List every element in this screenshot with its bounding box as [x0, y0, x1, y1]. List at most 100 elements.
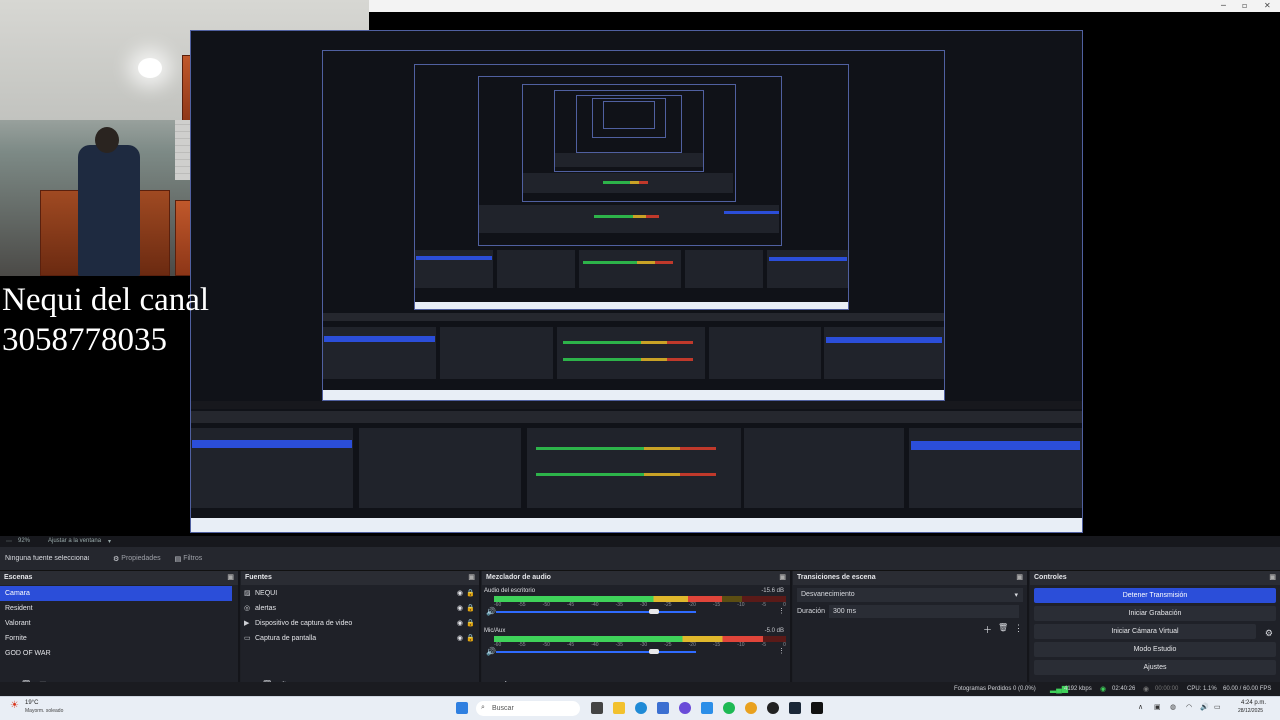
spotify-icon[interactable]	[723, 702, 735, 714]
dock-menu-icon[interactable]: ▣	[1269, 573, 1276, 581]
stop-streaming-button[interactable]: Detener Transmisión	[1034, 588, 1276, 603]
channel-db: -5.0 dB	[764, 628, 784, 634]
wifi-icon[interactable]: ◠	[1186, 703, 1192, 711]
meter-tick: -55	[518, 642, 526, 648]
volume-slider[interactable]	[496, 611, 696, 613]
meter-ticks: -60 -55 -50 -45 -40 -35 -30 -25 -20 -15 -10 -5 0	[494, 602, 786, 608]
dock-menu-icon[interactable]: ▣	[468, 573, 475, 581]
stream-time: 02:40:26	[1112, 686, 1136, 692]
steam-icon[interactable]	[789, 702, 801, 714]
edge-icon[interactable]	[635, 702, 647, 714]
lock-icon[interactable]: 🔒	[466, 619, 475, 627]
meter-tick: -35	[615, 642, 623, 648]
volume-slider[interactable]	[496, 651, 696, 653]
windows-start-icon[interactable]	[456, 702, 468, 714]
source-item-alertas[interactable]: ◎ alertas ◉ 🔒	[241, 601, 479, 616]
image-icon: ▨	[244, 590, 251, 597]
clock-time[interactable]: 4:24 p.m.	[1241, 700, 1266, 706]
gear-icon[interactable]: ⚙	[113, 555, 119, 563]
scene-item-resident[interactable]: Resident	[0, 601, 232, 616]
weather-icon[interactable]: ☀	[10, 700, 19, 711]
add-icon[interactable]: ＋	[983, 623, 992, 636]
minimize-icon[interactable]: ─	[1221, 1, 1226, 10]
mixer-title: Mezclador de audio	[486, 574, 551, 581]
tray-icon[interactable]: ▣	[1154, 703, 1161, 711]
dock-menu-icon[interactable]: ▣	[779, 573, 786, 581]
speaker-icon[interactable]: 🔊	[486, 647, 496, 656]
volume-knob[interactable]	[648, 609, 659, 614]
filters-button[interactable]: Filtros	[183, 555, 202, 562]
meter-tick: -50	[542, 642, 550, 648]
filter-icon[interactable]: ▤	[175, 555, 182, 563]
speaker-icon[interactable]: 🔊	[486, 607, 496, 616]
eye-icon[interactable]: ◉	[457, 589, 463, 597]
controls-dock: Controles ▣ Detener Transmisión Iniciar …	[1030, 571, 1280, 696]
meter-tick: -25	[664, 642, 672, 648]
weather-temp[interactable]: 19°C	[25, 700, 38, 706]
app-icon[interactable]	[811, 702, 823, 714]
search-box[interactable]: ⌕ Buscar	[476, 701, 580, 716]
search-icon: ⌕	[481, 704, 485, 711]
lock-icon[interactable]: 🔒	[466, 604, 475, 612]
eye-icon[interactable]: ◉	[457, 634, 463, 642]
store-icon[interactable]	[657, 702, 669, 714]
start-virtual-camera-button[interactable]: Iniciar Cámara Virtual	[1034, 624, 1256, 639]
obs-icon[interactable]	[767, 702, 779, 714]
file-explorer-icon[interactable]	[613, 702, 625, 714]
settings-button[interactable]: Ajustes	[1034, 660, 1276, 675]
tray-icon[interactable]: ◍	[1170, 703, 1176, 711]
meter-tick: -20	[688, 642, 696, 648]
transition-menu-icon[interactable]: ⋮	[1014, 623, 1023, 634]
eye-icon[interactable]: ◉	[457, 619, 463, 627]
lock-icon[interactable]: 🔒	[466, 634, 475, 642]
scene-item-god-of-war[interactable]: GOD OF WAR	[0, 646, 232, 661]
scene-item-valorant[interactable]: Valorant	[0, 616, 232, 631]
app-icon[interactable]	[679, 702, 691, 714]
meter-tick: -25	[664, 602, 672, 608]
duration-field[interactable]: 300 ms	[829, 605, 1019, 618]
overlay-line-2: 3058778035	[2, 322, 167, 358]
channel-menu-icon[interactable]: ⋮	[778, 607, 785, 615]
clock-date[interactable]: 28/12/2025	[1238, 708, 1263, 714]
trash-icon[interactable]: 🗑	[998, 623, 1008, 632]
properties-button[interactable]: Propiedades	[121, 555, 160, 562]
sources-dock-title: Fuentes ▣	[241, 571, 479, 585]
fit-window-dropdown[interactable]: Ajustar a la ventana	[48, 538, 101, 544]
dock-menu-icon[interactable]: ▣	[227, 573, 234, 581]
volume-knob[interactable]	[648, 649, 659, 654]
weather-desc[interactable]: Mayorm. soleado	[25, 708, 63, 714]
window-titlebar: ─ ▫ ✕	[369, 0, 1280, 12]
scene-item-fornite[interactable]: Fornite	[0, 631, 232, 646]
meter-tick: -50	[542, 602, 550, 608]
camera-icon: ▶	[244, 620, 250, 627]
battery-icon[interactable]: ▭	[1214, 703, 1221, 711]
transition-select[interactable]: Desvanecimiento ▾	[797, 588, 1023, 602]
obs-preview[interactable]: ─ ▫ ✕ Nequi del canal 3058778035	[0, 0, 1280, 536]
duration-value: 300 ms	[833, 608, 856, 615]
zoom-level[interactable]: 92%	[18, 538, 30, 544]
task-view-icon[interactable]	[591, 702, 603, 714]
meter-tick: -20	[688, 602, 696, 608]
gear-icon[interactable]: ⚙	[1265, 628, 1273, 639]
tray-chevron-icon[interactable]: ∧	[1138, 703, 1143, 711]
scene-item-camara[interactable]: Camara	[0, 586, 232, 601]
close-icon[interactable]: ✕	[1264, 1, 1271, 10]
maximize-icon[interactable]: ▫	[1242, 1, 1247, 10]
channel-menu-icon[interactable]: ⋮	[778, 647, 785, 655]
source-item-screen-capture[interactable]: ▭ Captura de pantalla ◉ 🔒	[241, 631, 479, 646]
controls-dock-title: Controles ▣	[1030, 571, 1280, 585]
source-item-video-capture[interactable]: ▶ Dispositivo de captura de video ◉ 🔒	[241, 616, 479, 631]
start-recording-button[interactable]: Iniciar Grabación	[1034, 606, 1276, 621]
studio-mode-button[interactable]: Modo Estudio	[1034, 642, 1276, 657]
ceiling-lamp	[138, 58, 162, 78]
eye-icon[interactable]: ◉	[457, 604, 463, 612]
lock-icon[interactable]: 🔒	[466, 589, 475, 597]
windows-taskbar: ☀ 19°C Mayorm. soleado ⌕ Buscar ∧ ▣ ◍ ◠ …	[0, 696, 1280, 720]
dock-menu-icon[interactable]: ▣	[1016, 573, 1023, 581]
source-item-nequi[interactable]: ▨ NEQUI ◉ 🔒	[241, 586, 479, 601]
zoom-icon[interactable]: ⋯	[6, 538, 12, 545]
chrome-icon[interactable]	[745, 702, 757, 714]
volume-icon[interactable]: 🔊	[1200, 703, 1209, 711]
mail-icon[interactable]	[701, 702, 713, 714]
chevron-down-icon[interactable]: ▾	[108, 538, 111, 545]
